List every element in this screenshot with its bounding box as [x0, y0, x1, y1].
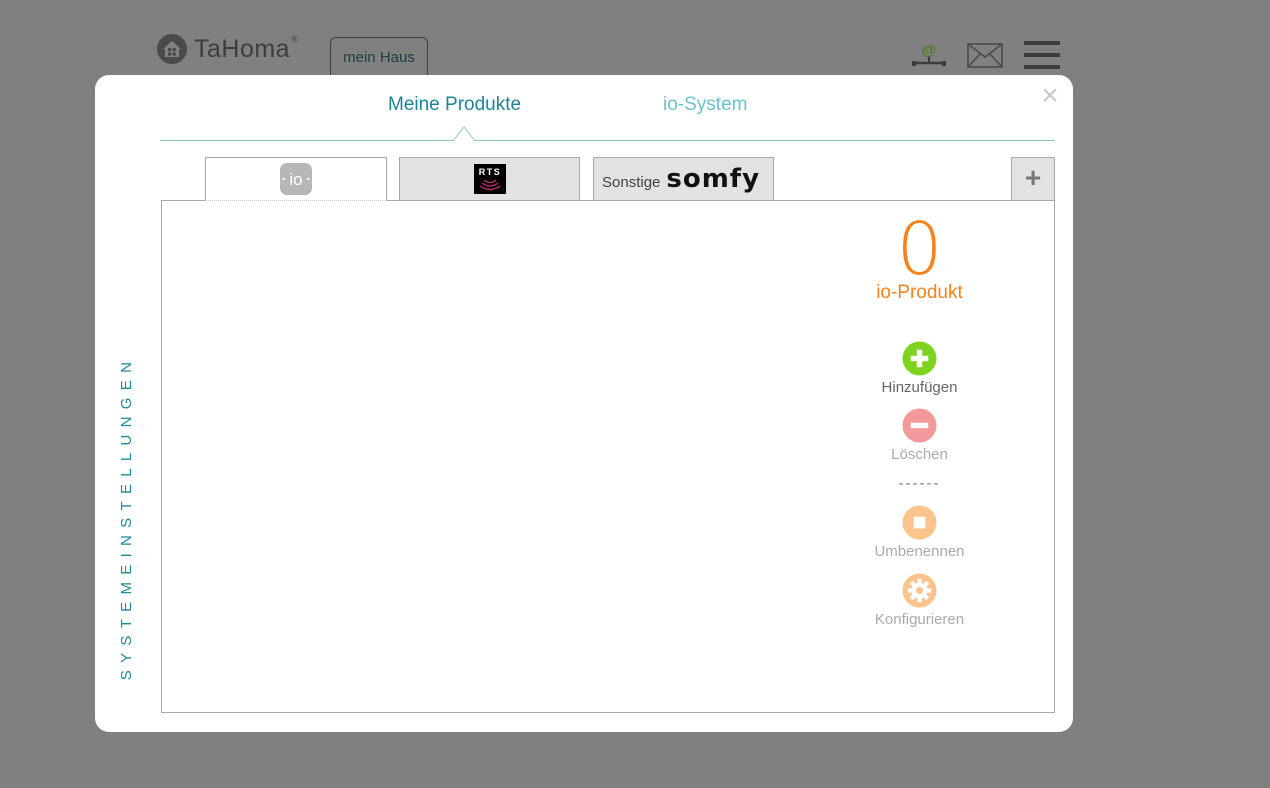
tab-my-products[interactable]: Meine Produkte [388, 94, 521, 116]
plus-circle-icon [902, 341, 937, 376]
subtab-rts[interactable]: RTS [399, 157, 580, 201]
gear-icon [902, 573, 937, 608]
delete-button[interactable]: Löschen [852, 408, 987, 463]
internet-connection-icon[interactable]: @ [912, 42, 946, 68]
configure-button[interactable]: Konfigurieren [852, 573, 987, 628]
io-logo-text: io [289, 170, 302, 189]
rename-label: Umbenennen [874, 543, 965, 560]
add-label: Hinzufügen [881, 379, 958, 396]
delete-label: Löschen [891, 446, 948, 463]
registered-mark: ® [291, 34, 298, 44]
side-title-text: SYSTEMEINSTELLUNGEN [118, 354, 136, 681]
add-tab-button[interactable]: + [1011, 157, 1055, 201]
product-count-label: io-Produkt [876, 282, 963, 303]
product-count: 0 [896, 207, 943, 291]
close-icon[interactable]: × [1039, 81, 1061, 111]
house-logo-icon [157, 34, 187, 64]
rename-icon [902, 505, 937, 540]
io-logo-icon: io [280, 163, 312, 195]
configure-label: Konfigurieren [874, 611, 965, 628]
system-settings-modal: × SYSTEMEINSTELLUNGEN Meine Produkte io-… [95, 75, 1073, 732]
tab-underline [160, 140, 1055, 141]
side-title: SYSTEMEINSTELLUNGEN [105, 325, 149, 710]
tab-io-system[interactable]: io-System [663, 94, 747, 116]
hamburger-menu-icon[interactable] [1024, 40, 1060, 70]
separator: ------ [898, 475, 941, 492]
rename-button[interactable]: Umbenennen [852, 505, 987, 560]
subtab-sonstige[interactable]: Sonstige somfy [593, 157, 774, 201]
subtab-sonstige-label: Sonstige [602, 173, 661, 191]
add-button[interactable]: Hinzufügen [852, 341, 987, 396]
subtab-io[interactable]: io [205, 157, 387, 201]
active-tab-caret-icon [453, 126, 475, 142]
svg-text:@: @ [922, 42, 937, 59]
rts-logo-text: RTS [478, 167, 501, 177]
somfy-logo-text: somfy [666, 164, 761, 194]
rts-logo-icon: RTS [473, 164, 506, 194]
products-panel: 0 io-Produkt Hinzufügen Löschen ------ U… [161, 200, 1055, 713]
tahoma-logo[interactable]: TaHoma ® [156, 33, 298, 65]
actions-column: 0 io-Produkt Hinzufügen Löschen ------ U… [852, 201, 987, 701]
minus-circle-icon [902, 408, 937, 443]
mail-icon[interactable] [967, 43, 1003, 68]
app-header: TaHoma ® mein Haus @ [0, 0, 1270, 81]
logo-text: TaHoma [194, 34, 291, 63]
